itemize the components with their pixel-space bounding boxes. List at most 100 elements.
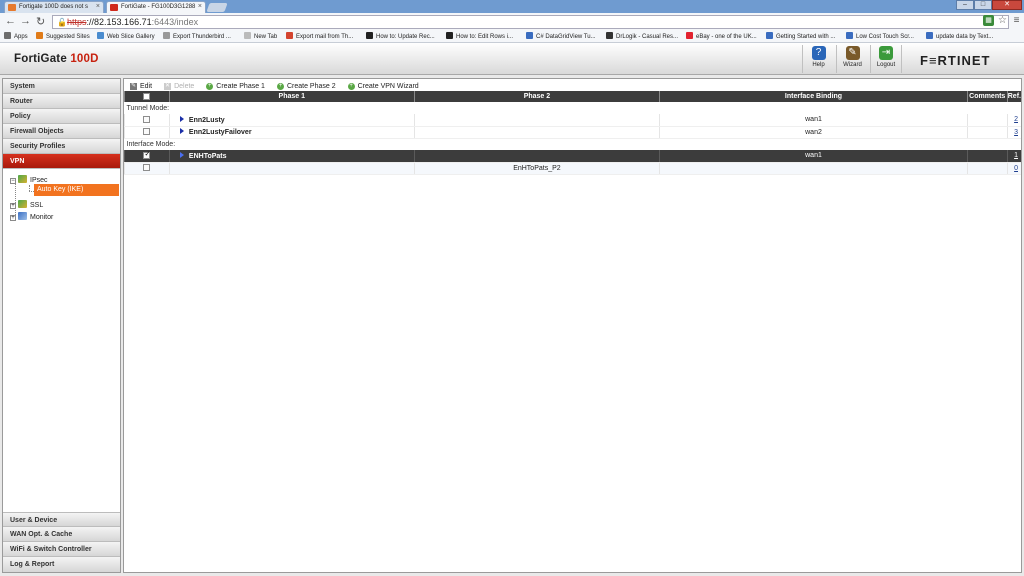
- page-icon: [244, 32, 251, 39]
- phase1-name: Enn2Lusty: [188, 116, 225, 124]
- browser-tab-1[interactable]: Fortigate 100D does not s ×: [4, 1, 104, 13]
- wizard-icon: ✎: [845, 46, 860, 60]
- ref-count-link[interactable]: 3: [1014, 129, 1018, 136]
- browser-tab-2[interactable]: FortiGate - FG100D3G1288 ×: [106, 1, 206, 13]
- bookmark-edit-rows[interactable]: How to: Edit Rows i...: [446, 32, 513, 40]
- apps-grid-icon: [4, 32, 11, 39]
- create-phase1-button[interactable]: + Create Phase 1: [206, 81, 265, 91]
- url-input[interactable]: 🔓https://82.153.166.71:6443/index: [52, 15, 1009, 29]
- ref-count-link[interactable]: 0: [1014, 165, 1018, 172]
- col-phase1[interactable]: Phase 1: [168, 91, 415, 102]
- table-row-selected[interactable]: ENHToPats wan1 1: [124, 150, 1021, 163]
- col-interface-binding[interactable]: Interface Binding: [659, 91, 968, 102]
- bookmark-ebay[interactable]: eBay - one of the UK...: [686, 32, 757, 40]
- tab-title: Fortigate 100D does not s: [19, 4, 89, 10]
- ref-count-link[interactable]: 1: [1014, 152, 1018, 159]
- row-checkbox[interactable]: [143, 116, 151, 124]
- col-phase2[interactable]: Phase 2: [413, 91, 660, 102]
- browser-tabstrip: Fortigate 100D does not s × FortiGate - …: [0, 0, 1024, 13]
- nav-vpn[interactable]: VPN: [3, 154, 120, 169]
- row-checkbox[interactable]: [143, 150, 151, 160]
- bookmark-export-mail[interactable]: Export mail from Th...: [286, 32, 353, 40]
- nav-wifi-switch[interactable]: WiFi & Switch Controller: [3, 542, 120, 557]
- collapse-arrow-icon[interactable]: [179, 151, 184, 158]
- bookmark-suggested-sites[interactable]: Suggested Sites: [36, 32, 90, 40]
- tree-item-ipsec[interactable]: − IPsec: [10, 175, 48, 184]
- nav-user-device[interactable]: User & Device: [3, 512, 120, 527]
- tree-item-auto-key[interactable]: Auto Key (IKE): [34, 184, 119, 196]
- create-phase2-button[interactable]: + Create Phase 2: [276, 81, 336, 91]
- expand-arrow-icon[interactable]: [179, 115, 184, 122]
- table-row[interactable]: Enn2Lusty wan1 2: [124, 114, 1021, 127]
- nav-wan-opt[interactable]: WAN Opt. & Cache: [3, 527, 120, 542]
- bookmark-update-data[interactable]: update data by Text...: [926, 32, 993, 40]
- nav-log-report[interactable]: Log & Report: [3, 557, 120, 572]
- bookmark-drlogik[interactable]: DrLogik - Casual Res...: [606, 32, 678, 40]
- bookmark-datagridview[interactable]: C# DataGridView Tu...: [526, 32, 596, 40]
- maximize-button[interactable]: □: [974, 0, 992, 10]
- bookmark-getting-started[interactable]: Getting Started with ...: [766, 32, 835, 40]
- page-icon: [846, 32, 853, 39]
- extension-icon[interactable]: ▦: [983, 15, 994, 26]
- tree-item-monitor[interactable]: + Monitor: [10, 212, 53, 221]
- expand-icon[interactable]: +: [10, 203, 16, 209]
- bookmark-apps[interactable]: Apps: [4, 32, 28, 40]
- bookmark-export-thunderbird[interactable]: Export Thunderbird ...: [163, 32, 231, 40]
- row-checkbox[interactable]: [143, 164, 151, 172]
- tree-item-ssl[interactable]: + SSL: [10, 200, 43, 209]
- page-icon: [163, 32, 170, 39]
- nav-router[interactable]: Router: [3, 94, 120, 109]
- bookmark-new-tab[interactable]: New Tab: [244, 32, 277, 40]
- expand-icon[interactable]: +: [10, 215, 16, 221]
- reload-icon[interactable]: ↻: [36, 15, 45, 28]
- phase2-name: [413, 150, 660, 163]
- nav-system[interactable]: System: [3, 79, 120, 94]
- phase2-name: EnHToPats_P2: [413, 162, 660, 175]
- new-tab-button[interactable]: [206, 3, 228, 12]
- comments: [966, 162, 1008, 175]
- edit-icon: ✎: [130, 82, 137, 90]
- close-icon[interactable]: ×: [96, 3, 100, 10]
- tab-favicon-icon: [8, 4, 16, 11]
- comments: [966, 114, 1008, 127]
- logout-button[interactable]: ⇥ Logout: [870, 45, 902, 73]
- wizard-button[interactable]: ✎ Wizard: [836, 45, 868, 73]
- phase2-name: [413, 126, 660, 139]
- left-nav: System Router Policy Firewall Objects Se…: [2, 78, 121, 573]
- bookmarks-bar: Apps Suggested Sites Web Slice Gallery E…: [0, 31, 1024, 43]
- create-vpn-wizard-button[interactable]: + Create VPN Wizard: [347, 81, 419, 91]
- star-icon[interactable]: ☆: [997, 15, 1008, 26]
- back-arrow-icon[interactable]: ←: [5, 15, 16, 27]
- comments: [966, 126, 1008, 139]
- col-comments[interactable]: Comments: [966, 91, 1008, 102]
- interface-binding: wan1: [659, 114, 968, 127]
- forward-arrow-icon[interactable]: →: [20, 15, 31, 27]
- bookmark-update-rec[interactable]: How to: Update Rec...: [366, 32, 435, 40]
- delete-button[interactable]: ✕ Delete: [164, 81, 194, 91]
- add-icon: +: [347, 82, 355, 90]
- table-row[interactable]: EnHToPats_P2 0: [124, 162, 1021, 175]
- bookmark-web-slice[interactable]: Web Slice Gallery: [97, 32, 155, 40]
- col-ref[interactable]: Ref.: [1006, 91, 1021, 102]
- ref-count-link[interactable]: 2: [1014, 116, 1018, 123]
- window-close-button[interactable]: ✕: [992, 0, 1022, 10]
- interface-binding: [659, 162, 968, 175]
- bookmark-low-cost-touch[interactable]: Low Cost Touch Scr...: [846, 32, 914, 40]
- nav-security-profiles[interactable]: Security Profiles: [3, 139, 120, 154]
- delete-icon: ✕: [164, 82, 172, 90]
- close-icon[interactable]: ×: [198, 3, 202, 10]
- vpn-table: Phase 1 Phase 2 Interface Binding Commen…: [124, 91, 1021, 175]
- page-icon: [286, 32, 293, 39]
- suggested-sites-icon: [36, 32, 43, 39]
- edit-button[interactable]: ✎ Edit: [130, 81, 152, 91]
- menu-icon[interactable]: ≡: [1011, 15, 1022, 26]
- table-row[interactable]: Enn2LustyFailover wan2 3: [124, 126, 1021, 139]
- minimize-button[interactable]: –: [956, 0, 974, 10]
- nav-firewall-objects[interactable]: Firewall Objects: [3, 124, 120, 139]
- select-all-checkbox[interactable]: [143, 92, 151, 100]
- collapse-icon[interactable]: −: [10, 178, 16, 184]
- expand-arrow-icon[interactable]: [179, 128, 184, 134]
- nav-policy[interactable]: Policy: [3, 109, 120, 124]
- help-button[interactable]: ? Help: [802, 45, 834, 73]
- row-checkbox[interactable]: [143, 128, 151, 136]
